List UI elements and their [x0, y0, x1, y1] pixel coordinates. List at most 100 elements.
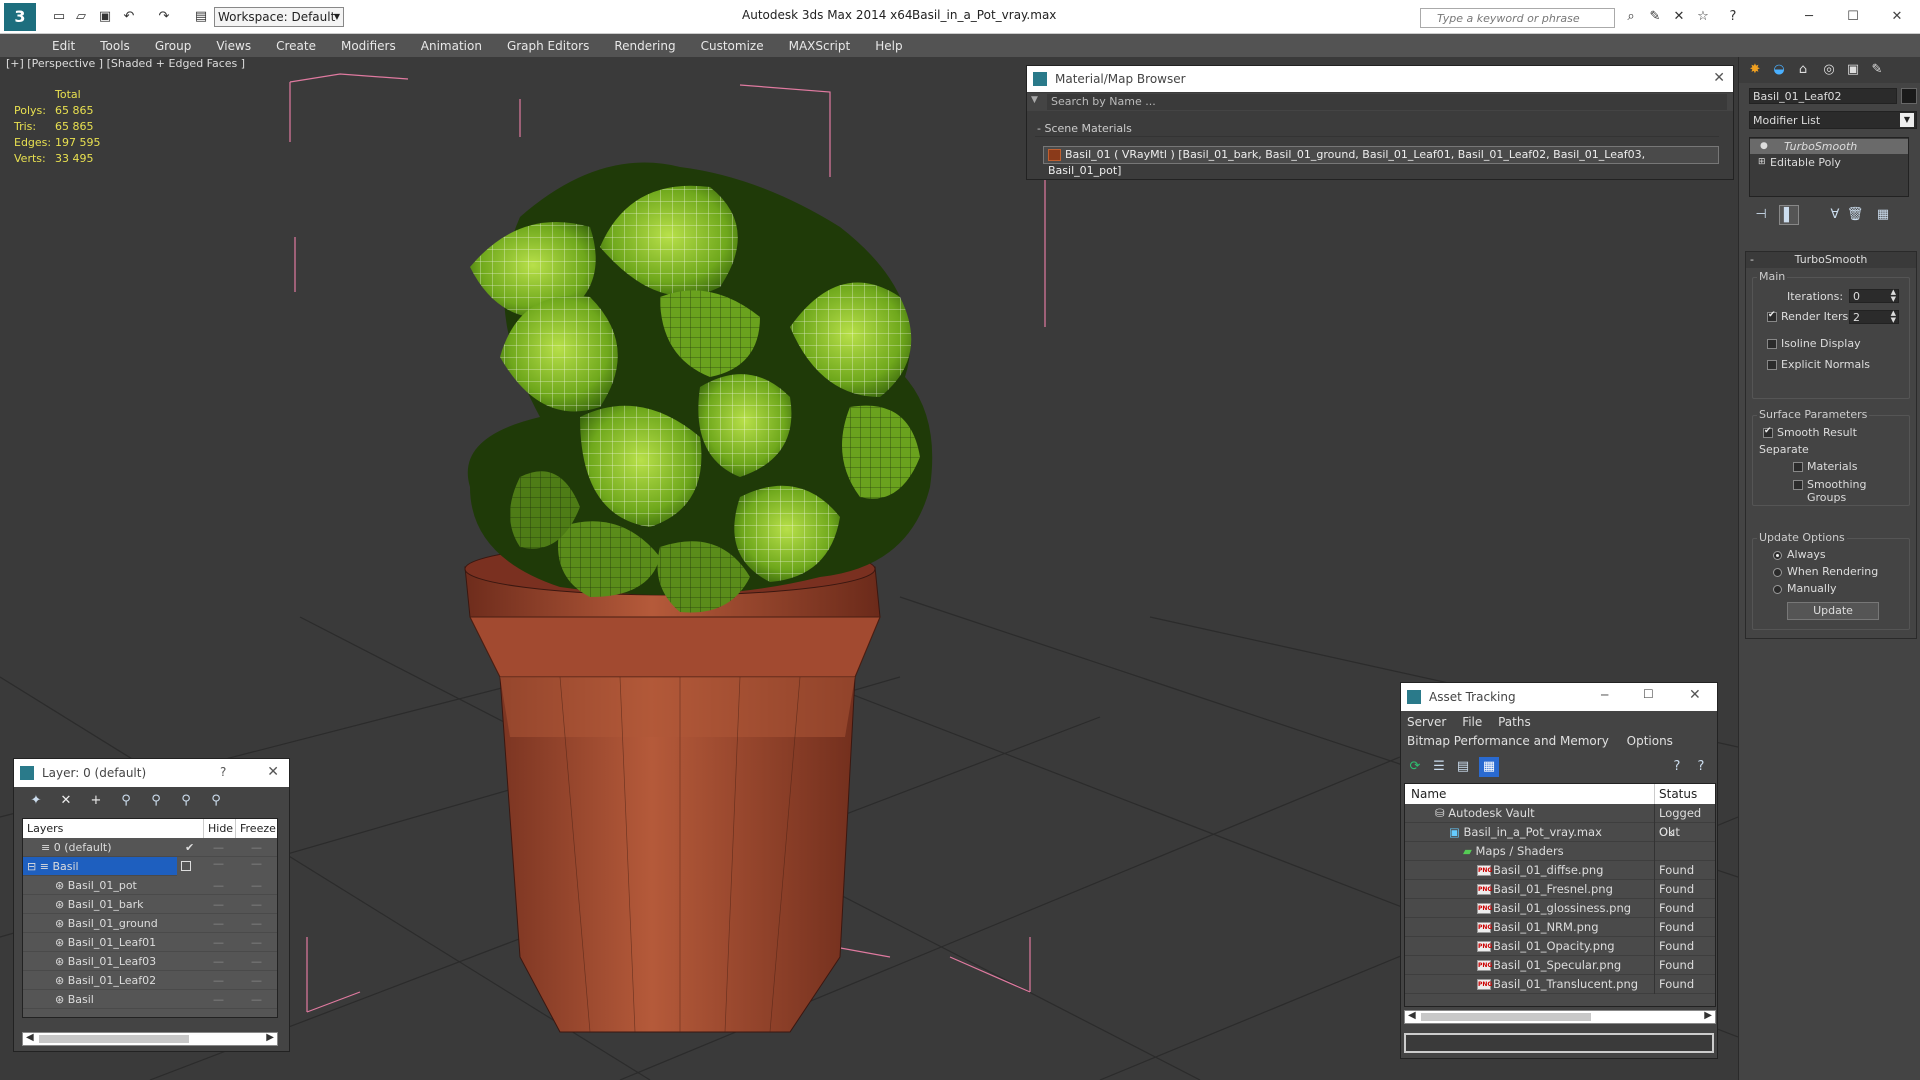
explicit-normals-checkbox[interactable] — [1767, 360, 1777, 370]
scroll-right-icon[interactable]: ▶ — [1704, 1010, 1712, 1021]
menu-file[interactable]: File — [1462, 715, 1482, 729]
col-layers[interactable]: Layers — [27, 819, 63, 838]
scroll-thumb[interactable] — [39, 1035, 189, 1043]
freeze-toggle[interactable]: — — [251, 895, 262, 914]
detail-view-icon[interactable]: ▤ — [1453, 757, 1473, 777]
hierarchy-tab-icon[interactable]: ⌂ — [1793, 60, 1813, 80]
modifier-list-dropdown[interactable]: Modifier List ▼ — [1749, 111, 1917, 129]
update-when-rendering-radio[interactable] — [1773, 568, 1782, 577]
open-file-icon[interactable]: ▱ — [72, 8, 90, 26]
stack-item-turbosmooth[interactable]: ● TurboSmooth — [1750, 139, 1908, 154]
favorites-star-icon[interactable]: ☆ — [1694, 8, 1712, 26]
viewport-label[interactable]: [+] [Perspective ] [Shaded + Edged Faces… — [6, 57, 245, 70]
object-color-swatch[interactable] — [1901, 88, 1917, 104]
asset-hscrollbar[interactable]: ◀ ▶ — [1404, 1010, 1716, 1024]
isoline-display-checkbox[interactable] — [1767, 339, 1777, 349]
table-view-icon[interactable]: ▦ — [1479, 757, 1499, 777]
expand-icon[interactable]: ⊞ — [1758, 155, 1766, 170]
layer-window-titlebar[interactable]: Layer: 0 (default) ? ✕ — [14, 759, 289, 787]
refresh-icon[interactable]: ⟳ — [1405, 757, 1425, 777]
maximize-icon[interactable]: ☐ — [1643, 687, 1654, 701]
hide-toggle[interactable]: — — [213, 952, 224, 971]
asset-row[interactable]: ▣ Basil_in_a_Pot_vray.max Ok — [1405, 823, 1715, 842]
asset-row[interactable]: ⛁ Autodesk Vault Logged Out — [1405, 804, 1715, 839]
delete-layer-icon[interactable]: ✕ — [56, 791, 76, 811]
workspace-dropdown[interactable]: Workspace: Default ▼ — [214, 7, 344, 27]
layer-object-row[interactable]: ⊛ Basil_01_Leaf03 — — — [23, 952, 277, 971]
asset-row[interactable]: PNGBasil_01_Opacity.png Found — [1405, 937, 1715, 956]
rollout-header[interactable]: - TurboSmooth — [1746, 252, 1916, 268]
col-name[interactable]: Name — [1411, 784, 1446, 804]
create-tab-icon[interactable]: ✸ — [1745, 60, 1765, 80]
hide-toggle[interactable]: — — [213, 876, 224, 895]
menu-rendering[interactable]: Rendering — [614, 39, 675, 53]
col-status[interactable]: Status — [1654, 784, 1697, 804]
stack-item-editable-poly[interactable]: ⊞ Editable Poly — [1750, 155, 1908, 170]
save-file-icon[interactable]: ▣ — [96, 8, 114, 26]
asset-row[interactable]: PNGBasil_01_diffse.png Found — [1405, 861, 1715, 880]
layer-object-row[interactable]: ⊛ Basil_01_pot — — — [23, 876, 277, 895]
freeze-toggle[interactable]: — — [251, 876, 262, 895]
close-icon[interactable]: ✕ — [1888, 8, 1906, 26]
freeze-toggle[interactable]: — — [251, 971, 262, 990]
freeze-all-icon[interactable]: ⚲ — [206, 791, 226, 811]
menu-help[interactable]: Help — [875, 39, 902, 53]
hide-toggle[interactable]: — — [213, 914, 224, 933]
menu-paths[interactable]: Paths — [1498, 715, 1531, 729]
display-tab-icon[interactable]: ▣ — [1843, 60, 1863, 80]
lightbulb-icon[interactable]: ● — [1760, 139, 1768, 154]
hide-toggle[interactable]: — — [213, 990, 224, 1009]
layer-object-row[interactable]: ⊛ Basil_01_Leaf02 — — — [23, 971, 277, 990]
scroll-left-icon[interactable]: ◀ — [1408, 1010, 1416, 1021]
pin-stack-icon[interactable]: ⊣ — [1751, 205, 1771, 225]
layer-row-selected[interactable]: ⊟ ≡ Basil — [23, 857, 177, 876]
exchange-icon[interactable]: ✕ — [1670, 8, 1688, 26]
layer-object-row[interactable]: ⊛ Basil — — — [23, 990, 277, 1009]
freeze-toggle[interactable]: — — [251, 933, 262, 952]
collapse-icon[interactable]: ⊟ — [23, 860, 40, 873]
add-to-layer-icon[interactable]: + — [86, 791, 106, 811]
new-layer-icon[interactable]: ✦ — [26, 791, 46, 811]
layer-object-row[interactable]: ⊛ Basil_01_Leaf01 — — — [23, 933, 277, 952]
menu-customize[interactable]: Customize — [701, 39, 764, 53]
separate-smoothing-groups-checkbox[interactable] — [1793, 480, 1803, 490]
update-always-radio[interactable] — [1773, 551, 1782, 560]
layer-object-row[interactable]: ⊛ Basil_01_ground — — — [23, 914, 277, 933]
current-layer-check-icon[interactable]: ✔ — [185, 838, 194, 857]
asset-path-field[interactable] — [1404, 1033, 1714, 1053]
hide-toggle[interactable]: — — [213, 895, 224, 914]
menu-modifiers[interactable]: Modifiers — [341, 39, 396, 53]
help-icon[interactable]: ? — [1724, 8, 1742, 26]
highlight-layer-icon[interactable]: ⚲ — [146, 791, 166, 811]
hide-toggle[interactable]: — — [213, 971, 224, 990]
app-logo-icon[interactable]: 3 — [4, 3, 36, 31]
freeze-toggle[interactable]: — — [251, 990, 262, 1009]
asset-tracking-titlebar[interactable]: Asset Tracking ─ ☐ ✕ — [1401, 683, 1717, 711]
context-help-icon[interactable]: ? — [1691, 757, 1711, 777]
update-button[interactable]: Update — [1787, 602, 1879, 620]
help-icon[interactable]: ? — [220, 765, 226, 779]
asset-row[interactable]: PNGBasil_01_NRM.png Found — [1405, 918, 1715, 937]
scroll-left-icon[interactable]: ◀ — [26, 1032, 34, 1043]
hide-toggle[interactable]: — — [213, 933, 224, 952]
binoculars-icon[interactable]: ⌕ — [1622, 8, 1640, 26]
layer-row[interactable]: ≡ 0 (default) ✔ — — — [23, 838, 277, 857]
material-list-item[interactable]: Basil_01 ( VRayMtl ) [Basil_01_bark, Bas… — [1043, 146, 1719, 177]
show-end-result-icon[interactable]: ▌ — [1779, 205, 1799, 225]
spinner-arrows-icon[interactable]: ▲ ▼ — [1891, 289, 1896, 303]
scene-materials-header[interactable]: - Scene Materials — [1035, 121, 1719, 137]
close-icon[interactable]: ✕ — [1713, 70, 1725, 86]
hide-all-icon[interactable]: ⚲ — [176, 791, 196, 811]
menu-edit[interactable]: Edit — [52, 39, 75, 53]
add-selection-icon[interactable] — [181, 861, 191, 871]
project-folder-icon[interactable]: ▤ — [192, 8, 210, 26]
menu-server[interactable]: Server — [1407, 715, 1446, 729]
hide-toggle[interactable]: — — [213, 857, 224, 870]
asset-row[interactable]: PNGBasil_01_Translucent.png Found — [1405, 975, 1715, 994]
motion-tab-icon[interactable]: ◎ — [1819, 60, 1839, 80]
freeze-toggle[interactable]: — — [251, 857, 262, 870]
list-view-icon[interactable]: ☰ — [1429, 757, 1449, 777]
separate-materials-checkbox[interactable] — [1793, 462, 1803, 472]
smooth-result-checkbox[interactable] — [1763, 426, 1773, 438]
configure-sets-icon[interactable]: ▦ — [1873, 205, 1893, 225]
